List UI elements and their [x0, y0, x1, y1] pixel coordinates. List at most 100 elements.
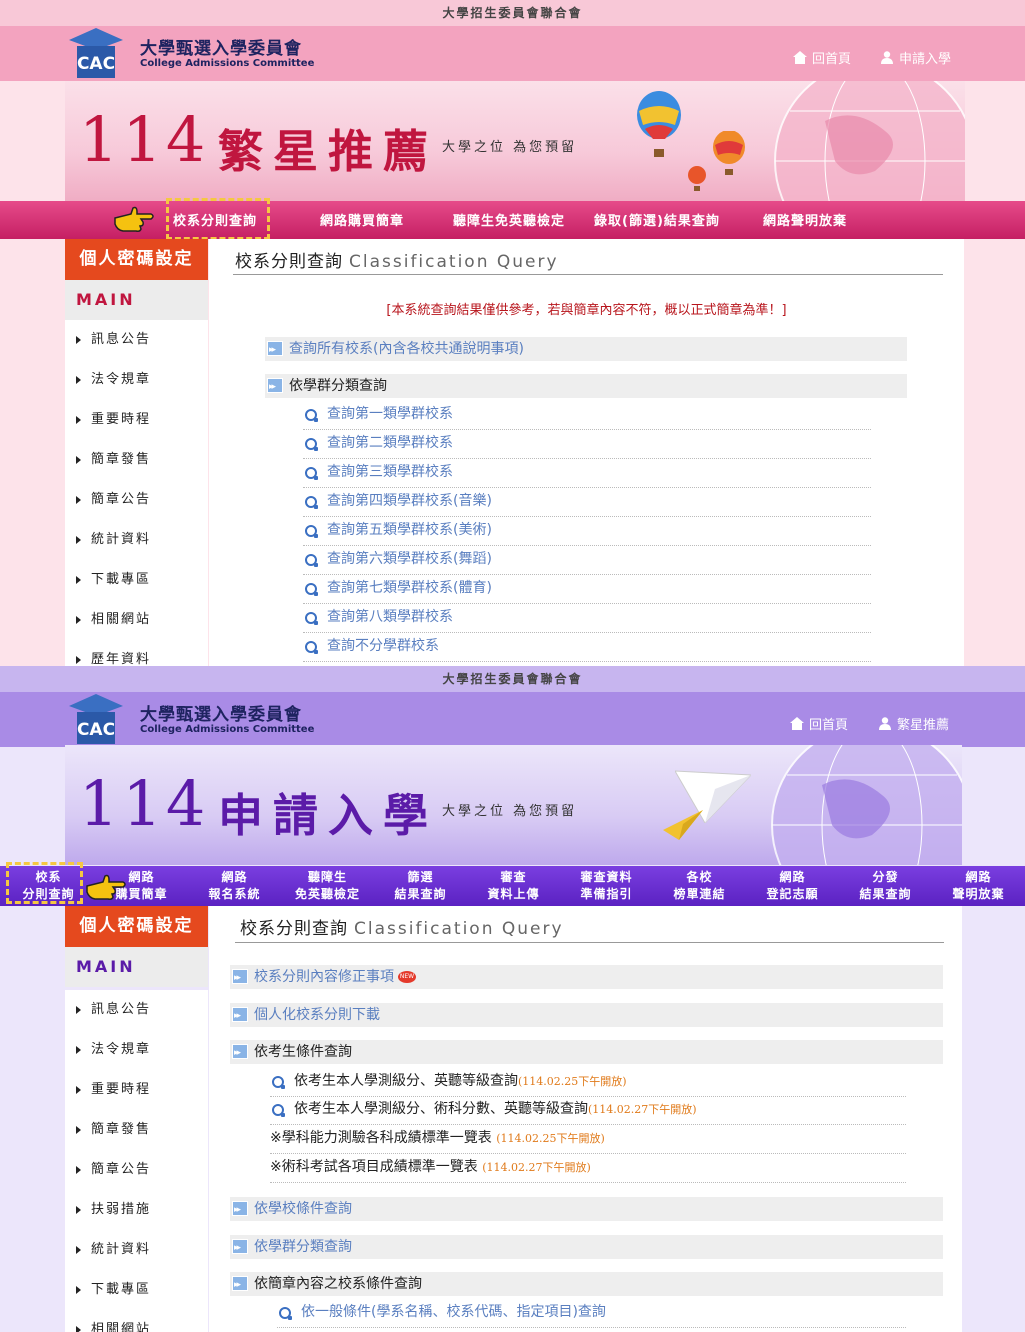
- menu-item[interactable]: 訊息公告: [65, 990, 208, 1030]
- page-title-en: Classification Query: [354, 919, 564, 939]
- link-label: ※學科能力測驗各科成績標準一覽表 (114.02.25下午開放): [270, 1125, 605, 1152]
- nav-line: 免英聽檢定: [294, 887, 360, 901]
- nav-line: 審查: [500, 870, 527, 884]
- candidate-query-link[interactable]: 依考生本人學測級分、術科分數、英聽等級查詢(114.02.27下午開放): [270, 1096, 906, 1125]
- cac-logo-icon[interactable]: CAC: [67, 692, 125, 746]
- section-label: 依學群分類查詢: [289, 378, 387, 394]
- menu-item-label: 法令規章: [91, 1042, 152, 1057]
- menu-item[interactable]: 簡章公告: [65, 1150, 208, 1190]
- section-by-school[interactable]: 依學校條件查詢: [230, 1197, 943, 1222]
- link-label: 查詢第三類學群校系: [327, 464, 453, 480]
- page-title: 校系分則查詢 Classification Query: [240, 914, 564, 939]
- group-query-link[interactable]: 查詢第五類學群校系(美術): [303, 517, 871, 546]
- group-query-link[interactable]: 查詢第六類學群校系(舞蹈): [303, 546, 871, 575]
- nav-screening-result[interactable]: 篩選 結果查詢: [374, 869, 467, 903]
- menu-item[interactable]: 統計資料: [65, 1230, 208, 1270]
- group-query-link[interactable]: 查詢不分學群校系: [303, 633, 871, 662]
- group-query-link[interactable]: 查詢第七類學群校系(體育): [303, 575, 871, 604]
- menu-item-label: 扶弱措施: [91, 1202, 152, 1217]
- nav-line: 聲明放棄: [952, 887, 1005, 901]
- menu-item[interactable]: 簡章發售: [65, 440, 208, 480]
- switch-system-link[interactable]: 繁星推薦: [878, 714, 949, 733]
- menu-item[interactable]: 相關網站: [65, 1310, 208, 1332]
- menu-item-label: 簡章公告: [91, 492, 152, 507]
- double-arrow-icon: [232, 1273, 248, 1297]
- nav-review-upload[interactable]: 審查 資料上傳: [467, 869, 560, 903]
- home-link[interactable]: 回首頁: [790, 714, 848, 733]
- section-label: 校系分則內容修正事項 NEW: [254, 965, 416, 989]
- personal-password-button[interactable]: 個人密碼設定: [65, 239, 208, 280]
- section-personal-download[interactable]: 個人化校系分則下載: [230, 1003, 943, 1028]
- triangle-icon: [76, 335, 81, 344]
- menu-item[interactable]: 下載專區: [65, 560, 208, 600]
- ring-bullet-icon: [305, 525, 318, 538]
- menu-item-label: 重要時程: [91, 1082, 152, 1097]
- section-label: 依學群分類查詢: [254, 1239, 352, 1255]
- triangle-icon: [76, 1005, 81, 1014]
- personal-password-button[interactable]: 個人密碼設定: [65, 906, 208, 947]
- ring-bullet-icon: [305, 554, 318, 567]
- nav-register-preference[interactable]: 網路 登記志願: [746, 869, 839, 903]
- menu-item[interactable]: 重要時程: [65, 400, 208, 440]
- group-query-link[interactable]: 查詢第四類學群校系(音樂): [303, 488, 871, 517]
- link-text: ※術科考試各項目成績標準一覽表: [270, 1159, 483, 1175]
- group-query-link[interactable]: 查詢第八類學群校系: [303, 604, 871, 633]
- nav-review-guide[interactable]: 審查資料 準備指引: [560, 869, 653, 903]
- double-arrow-icon: [232, 1198, 248, 1222]
- group-query-link[interactable]: 查詢第三類學群校系: [303, 459, 871, 488]
- menu-item[interactable]: 重要時程: [65, 1070, 208, 1110]
- link-label: 查詢第五類學群校系(美術): [327, 522, 492, 538]
- section-all-departments[interactable]: 查詢所有校系(內含各校共通說明事項): [265, 337, 907, 362]
- globe-icon: [774, 81, 965, 201]
- cac-logo-icon[interactable]: CAC: [67, 26, 125, 80]
- user-icon: [879, 717, 891, 730]
- menu-item-label: 下載專區: [91, 572, 152, 587]
- menu-item[interactable]: 簡章公告: [65, 480, 208, 520]
- nav-registration-system[interactable]: 網路 報名系統: [188, 869, 281, 903]
- switch-system-link[interactable]: 申請入學: [880, 48, 951, 67]
- menu-item[interactable]: 法令規章: [65, 360, 208, 400]
- nav-hearing-impaired-exemption[interactable]: 聽障生免英聽檢定: [453, 210, 565, 229]
- section-label: 依考生條件查詢: [254, 1044, 352, 1060]
- menu-item-label: 法令規章: [91, 372, 152, 387]
- menu-item[interactable]: 歷年資料: [65, 640, 208, 666]
- header-bar: CAC 大學甄選入學委員會 College Admissions Committ…: [0, 692, 1025, 747]
- triangle-icon: [76, 1045, 81, 1054]
- menu-item[interactable]: 統計資料: [65, 520, 208, 560]
- link-label: ※術科考試各項目成績標準一覽表 (114.02.27下午開放): [270, 1154, 591, 1181]
- nav-distribution-result[interactable]: 分發 結果查詢: [839, 869, 932, 903]
- menu-item-label: 訊息公告: [91, 332, 152, 347]
- score-standard-link[interactable]: ※學科能力測驗各科成績標準一覽表 (114.02.25下午開放): [270, 1125, 906, 1154]
- section-by-group[interactable]: 依學群分類查詢: [230, 1235, 943, 1260]
- menu-item[interactable]: 下載專區: [65, 1270, 208, 1310]
- menu-item[interactable]: 法令規章: [65, 1030, 208, 1070]
- score-standard-link[interactable]: ※術科考試各項目成績標準一覽表 (114.02.27下午開放): [270, 1154, 906, 1183]
- banner-year: 114: [79, 103, 210, 176]
- menu-item[interactable]: 訊息公告: [65, 320, 208, 360]
- group-query-link[interactable]: 查詢第一類學群校系: [303, 401, 871, 430]
- paper-plane-icon: [663, 810, 703, 840]
- link-text: ※學科能力測驗各科成績標準一覽表: [270, 1130, 497, 1146]
- double-arrow-icon: [267, 375, 283, 399]
- nav-buy-brochure[interactable]: 網路購買簡章: [320, 210, 404, 229]
- home-link[interactable]: 回首頁: [793, 48, 851, 67]
- nav-hearing-impaired-exemption[interactable]: 聽障生免英聽檢定: [281, 869, 374, 903]
- menu-item-label: 歷年資料: [91, 652, 152, 666]
- org-name-en: College Admissions Committee: [140, 724, 315, 735]
- section-corrections[interactable]: 校系分則內容修正事項 NEW: [230, 965, 943, 990]
- nav-waive-admission[interactable]: 網路聲明放棄: [932, 869, 1025, 903]
- menu-item[interactable]: 相關網站: [65, 600, 208, 640]
- menu-item[interactable]: 扶弱措施: [65, 1190, 208, 1230]
- menu-item[interactable]: 簡章發售: [65, 1110, 208, 1150]
- candidate-query-link[interactable]: 依考生本人學測級分、英聽等級查詢(114.02.25下午開放): [270, 1068, 906, 1097]
- group-query-link[interactable]: 查詢第二類學群校系: [303, 430, 871, 459]
- triangle-icon: [76, 455, 81, 464]
- nav-school-list-links[interactable]: 各校 榜單連結: [653, 869, 746, 903]
- nav-waive-admission[interactable]: 網路聲明放棄: [763, 210, 847, 229]
- menu-item-label: 相關網站: [91, 612, 152, 627]
- nav-admission-result[interactable]: 錄取(篩選)結果查詢: [594, 210, 720, 229]
- link-text: 依考生本人學測級分、術科分數、英聽等級查詢: [294, 1101, 588, 1117]
- menu-item-label: 統計資料: [91, 1242, 152, 1257]
- general-query-link[interactable]: 依一般條件(學系名稱、校系代碼、指定項目)查詢: [277, 1299, 906, 1328]
- ring-bullet-icon: [305, 612, 318, 625]
